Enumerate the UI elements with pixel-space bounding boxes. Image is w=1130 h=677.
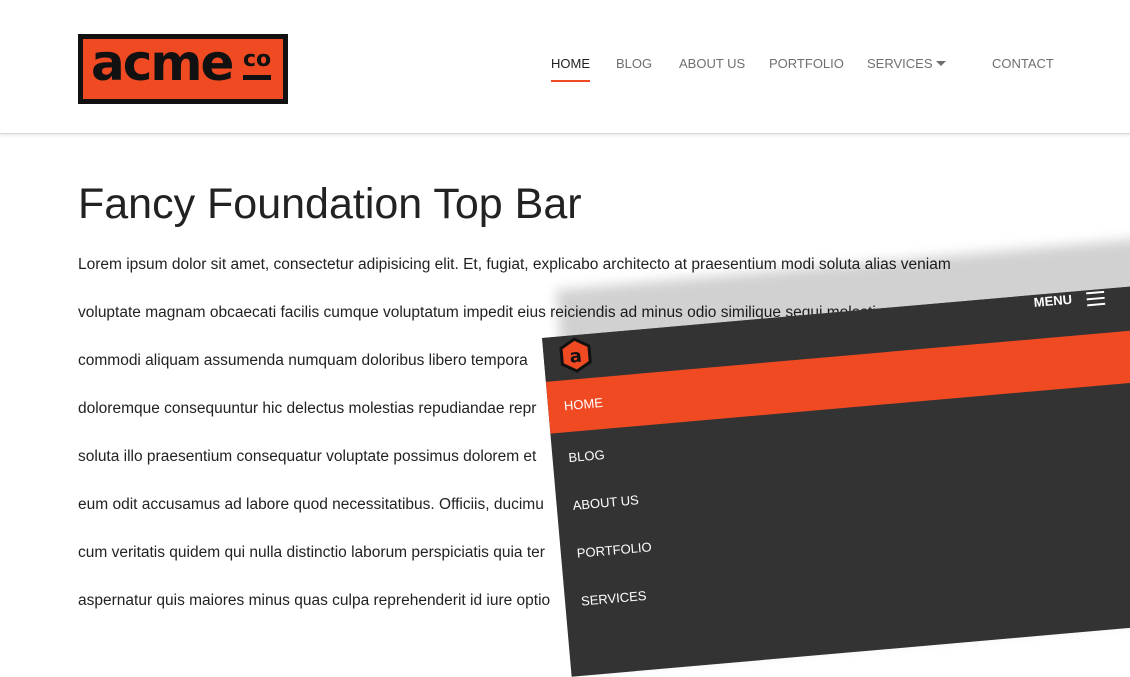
mobile-nav-preview: a MENU HOME BLOG ABOUT US PORTFOLIO SERV… (542, 282, 1130, 677)
logo-sub-text: co (243, 47, 272, 72)
nav-item-services[interactable]: SERVICES (867, 55, 933, 73)
acme-co-logo[interactable]: acme co (78, 34, 288, 104)
paragraph-line: commodi aliquam assumenda numquam dolori… (78, 352, 528, 369)
logo-plate: acme co (83, 39, 283, 99)
paragraph-line: cum veritatis quidem qui nulla distincti… (78, 544, 545, 561)
page-title: Fancy Foundation Top Bar (78, 180, 582, 228)
paragraph-line: aspernatur quis maiores minus quas culpa… (78, 592, 551, 609)
nav-item-portfolio[interactable]: PORTFOLIO (769, 55, 844, 73)
top-bar: acme co HOME BLOG ABOUT US PORTFOLIO SER… (0, 0, 1130, 134)
nav-item-about-us[interactable]: ABOUT US (679, 55, 745, 73)
nav-item-contact[interactable]: CONTACT (992, 55, 1054, 73)
logo-main-text: acme (91, 39, 234, 92)
mobile-logo-letter: a (569, 346, 583, 368)
mobile-menu-label[interactable]: MENU (1033, 292, 1073, 311)
paragraph-line: doloremque consequuntur hic delectus mol… (78, 400, 537, 417)
paragraph-line: soluta illo praesentium consequatur volu… (78, 448, 537, 465)
hamburger-icon[interactable] (1086, 290, 1106, 307)
paragraph-line: eum odit accusamus ad labore quod necess… (78, 496, 544, 513)
nav-item-home[interactable]: HOME (551, 55, 590, 82)
nav-item-blog[interactable]: BLOG (616, 55, 652, 73)
caret-down-icon[interactable] (936, 61, 946, 66)
logo-underline (243, 75, 271, 80)
hexagon-a-logo[interactable]: a (556, 336, 595, 375)
